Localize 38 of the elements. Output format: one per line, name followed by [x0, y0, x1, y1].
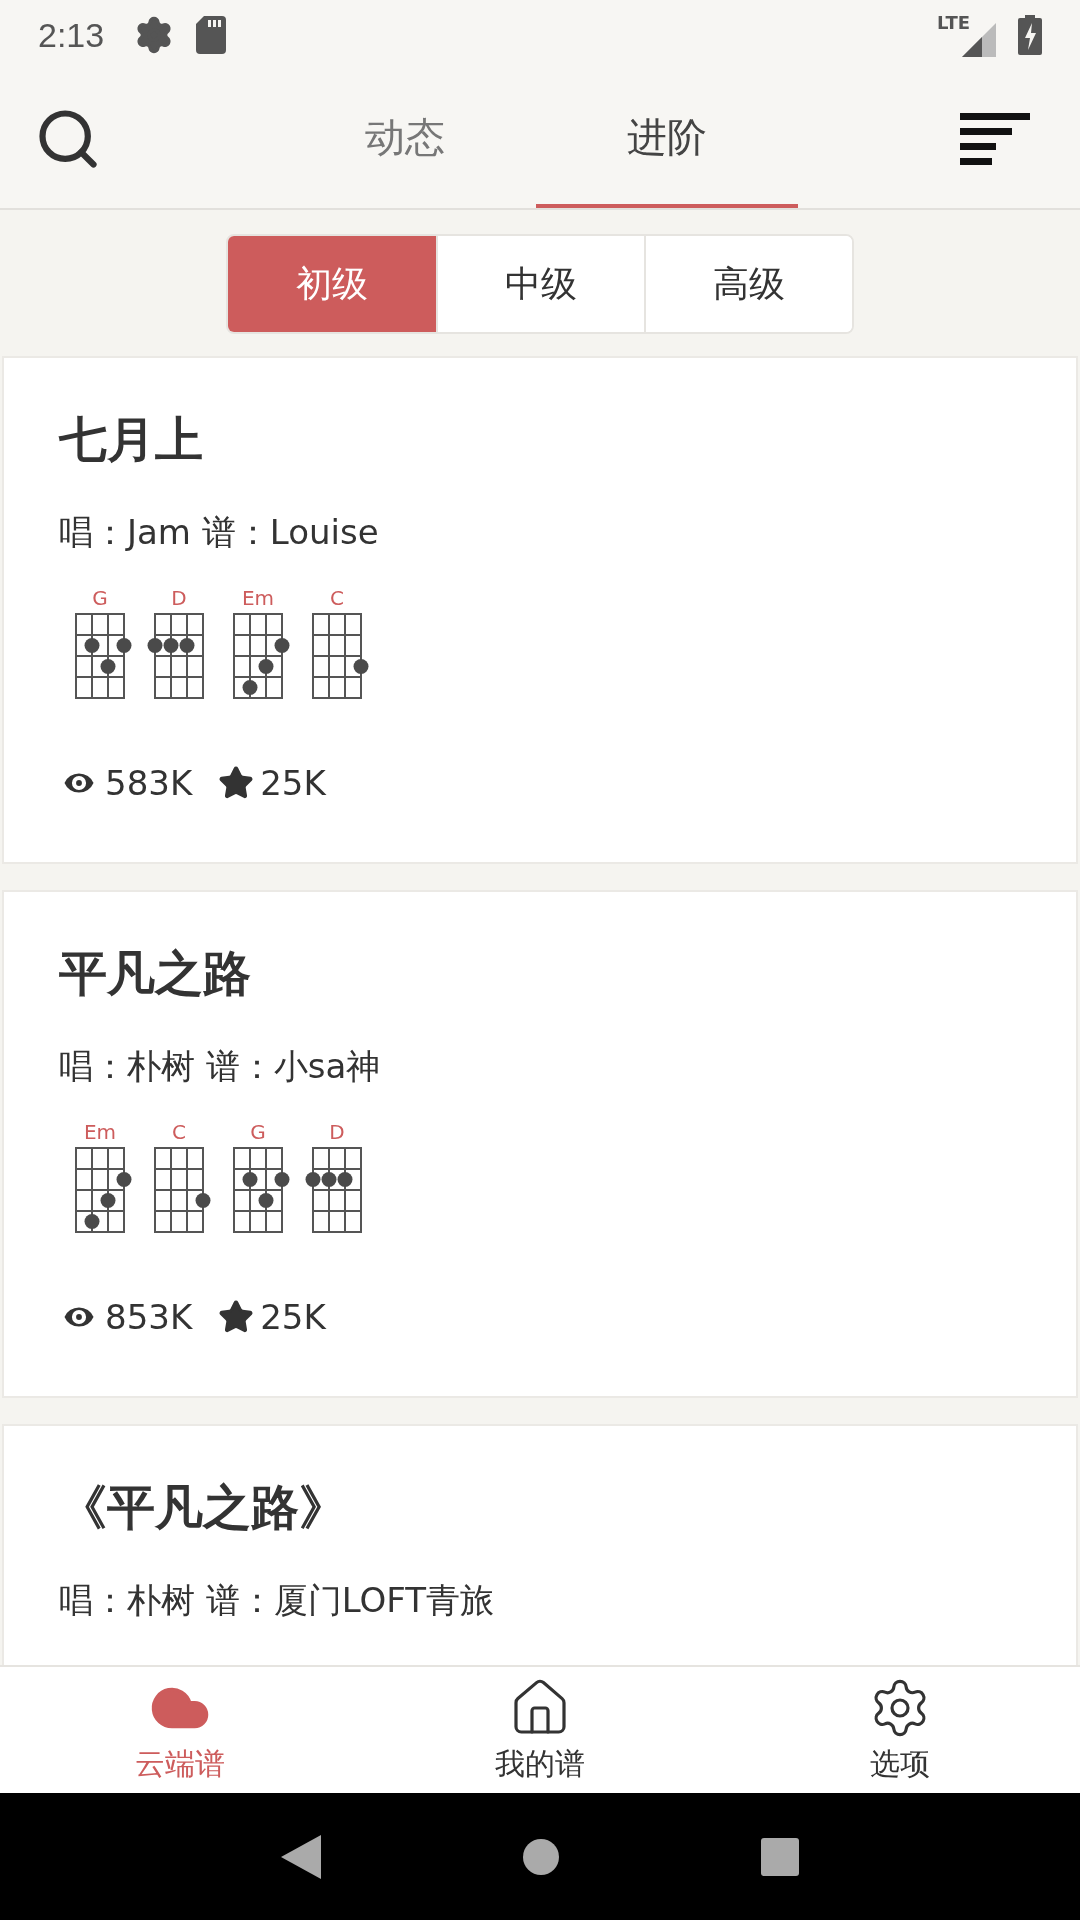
level-tab[interactable]: 高级 — [644, 236, 852, 332]
nav-item[interactable]: 我的谱 — [360, 1667, 720, 1793]
star-icon — [218, 765, 255, 801]
song-card[interactable]: 平凡之路 唱：朴树 谱：小sa神 Em C G D 853K 25K — [2, 890, 1078, 1398]
chord-name: C — [329, 586, 345, 610]
recents-icon[interactable] — [761, 1837, 799, 1876]
song-card[interactable]: 《平凡之路》 唱：朴树 谱：厦门LOFT青旅 — [2, 1424, 1078, 1665]
song-credits: 唱：朴树 谱：小sa神 — [59, 1045, 382, 1088]
star-count: 25K — [260, 763, 326, 803]
network-label: LTE — [936, 12, 970, 33]
chord-name: G — [249, 1120, 267, 1144]
sort-icon[interactable] — [960, 113, 1030, 165]
view-count: 853K — [105, 1297, 193, 1337]
home-circle-icon[interactable] — [523, 1838, 559, 1875]
chord-name: C — [171, 1120, 187, 1144]
chord-name: Em — [240, 586, 276, 610]
status-time: 2:13 — [38, 15, 105, 55]
top-tab[interactable]: 进阶 — [536, 70, 798, 208]
chord-name: D — [328, 1120, 346, 1144]
song-card[interactable]: 七月上 唱：Jam 谱：Louise G D Em C 583K 25K — [2, 356, 1078, 864]
sd-card-icon — [196, 16, 227, 54]
battery-icon — [1018, 15, 1042, 55]
view-count: 583K — [105, 763, 193, 803]
star-count: 25K — [260, 1297, 326, 1337]
back-icon[interactable] — [281, 1834, 321, 1879]
chord-name: G — [91, 586, 109, 610]
song-title: 《平凡之路》 — [59, 1478, 348, 1537]
top-tab[interactable]: 动态 — [274, 70, 536, 208]
chord-name: D — [170, 586, 188, 610]
nav-item[interactable]: 云端谱 — [0, 1667, 360, 1793]
star-icon — [218, 1299, 255, 1335]
chord-name: Em — [82, 1120, 118, 1144]
level-tab[interactable]: 初级 — [228, 236, 436, 332]
song-credits: 唱：朴树 谱：厦门LOFT青旅 — [59, 1579, 496, 1622]
song-title: 七月上 — [59, 410, 204, 469]
song-credits: 唱：Jam 谱：Louise — [59, 511, 380, 554]
nav-item[interactable]: 选项 — [720, 1667, 1080, 1793]
song-title: 平凡之路 — [59, 944, 252, 1003]
